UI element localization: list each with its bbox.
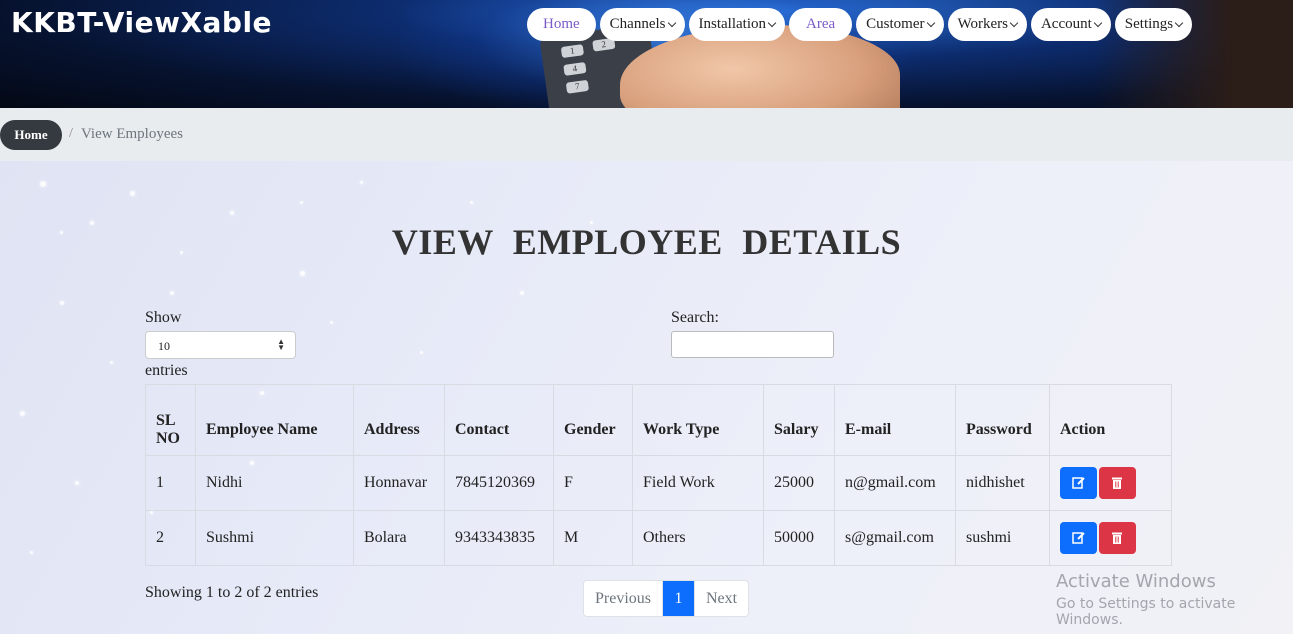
updown-icon: ▲ ▼: [277, 337, 285, 352]
nav-item-workers[interactable]: Workers: [947, 8, 1027, 41]
chevron-down-icon: [667, 18, 676, 27]
breadcrumb-current: View Employees: [81, 126, 183, 142]
breadcrumb-separator: /: [69, 126, 73, 141]
edit-icon: [1072, 477, 1085, 489]
chevron-down-icon: [1174, 18, 1184, 27]
delete-button[interactable]: [1099, 467, 1136, 499]
edit-icon: [1072, 532, 1085, 544]
trash-icon: [1112, 477, 1122, 489]
edit-button[interactable]: [1060, 522, 1097, 554]
main-nav: Home Channels Installation Area Customer Work…: [527, 8, 1196, 41]
cell-address: Honnavar: [353, 455, 445, 511]
cell-action: [1049, 455, 1172, 511]
chevron-down-icon: [926, 18, 935, 27]
nav-item-customer[interactable]: Customer: [856, 8, 944, 41]
windows-activation-watermark: Activate Windows Go to Settings to activ…: [1056, 571, 1293, 628]
cell-gender: F: [553, 455, 633, 511]
cell-email: s@gmail.com: [834, 510, 956, 566]
cell-sl: 1: [145, 455, 196, 511]
nav-item-label: Settings: [1124, 16, 1174, 32]
col-header-salary[interactable]: Salary: [763, 384, 835, 456]
cell-password: sushmi: [955, 510, 1050, 566]
trash-icon: [1112, 532, 1122, 544]
col-header-address[interactable]: Address: [353, 384, 445, 456]
table-row: 1 Nidhi Honnavar 7845120369 F Field Work 25000…: [145, 455, 1172, 511]
page-title: VIEW EMPLOYEE DETAILS: [391, 222, 902, 262]
entries-label: entries: [145, 362, 188, 379]
nav-item-home[interactable]: Home: [527, 8, 596, 41]
edit-button[interactable]: [1060, 467, 1097, 499]
header-banner: 1 2 4 7 KKBT-ViewXable Home Channels Insta…: [0, 0, 1293, 108]
search-input[interactable]: [671, 331, 834, 358]
cell-salary: 50000: [763, 510, 835, 566]
employee-table: SL NO Employee Name Address Contact Gend…: [145, 384, 1172, 566]
nav-item-account[interactable]: Account: [1030, 8, 1111, 41]
cell-email: n@gmail.com: [834, 455, 956, 511]
nav-item-label: Account: [1040, 16, 1092, 32]
col-header-name[interactable]: Employee Name: [195, 384, 354, 456]
col-header-gender[interactable]: Gender: [553, 384, 633, 456]
search-label: Search:: [671, 309, 719, 326]
next-page-button[interactable]: Next: [694, 581, 748, 616]
previous-page-button[interactable]: Previous: [584, 581, 663, 616]
remote-key: 4: [563, 61, 587, 76]
col-header-worktype[interactable]: Work Type: [632, 384, 764, 456]
table-info: Showing 1 to 2 of 2 entries: [145, 584, 319, 601]
cell-sl: 2: [145, 510, 196, 566]
watermark-title: Activate Windows: [1056, 571, 1216, 592]
nav-item-label: Home: [543, 16, 580, 32]
nav-item-label: Channels: [609, 16, 666, 32]
table-row: 2 Sushmi Bolara 9343343835 M Others 50000 s@gma…: [145, 510, 1172, 566]
cell-salary: 25000: [763, 455, 835, 511]
table-header-row: SL NO Employee Name Address Contact Gend…: [145, 384, 1172, 456]
entries-select[interactable]: 10 ▲ ▼: [145, 331, 296, 359]
nav-item-settings[interactable]: Settings: [1114, 8, 1193, 41]
remote-key: 1: [560, 44, 585, 59]
cell-password: nidhishet: [955, 455, 1050, 511]
cell-work-type: Field Work: [632, 455, 764, 511]
watermark-subtitle: Go to Settings to activate Windows.: [1056, 596, 1236, 628]
col-header-sl[interactable]: SL NO: [145, 384, 196, 456]
breadcrumb: Home / View Employees: [0, 108, 1293, 161]
site-brand[interactable]: KKBT-ViewXable: [11, 6, 272, 39]
nav-item-label: Area: [806, 16, 836, 32]
cell-contact: 7845120369: [444, 455, 554, 511]
page-1-button[interactable]: 1: [663, 581, 694, 616]
main-content: VIEW EMPLOYEE DETAILS Show 10 ▲ ▼ entries…: [0, 161, 1293, 634]
cell-work-type: Others: [632, 510, 764, 566]
cell-action: [1049, 510, 1172, 566]
cell-name: Sushmi: [195, 510, 354, 566]
nav-item-installation[interactable]: Installation: [688, 8, 785, 41]
col-header-password[interactable]: Password: [955, 384, 1050, 456]
nav-item-label: Customer: [866, 16, 925, 32]
breadcrumb-home[interactable]: Home: [0, 120, 62, 150]
cell-contact: 9343343835: [444, 510, 554, 566]
nav-item-channels[interactable]: Channels: [599, 8, 685, 41]
cell-address: Bolara: [353, 510, 445, 566]
col-header-action: Action: [1049, 384, 1172, 456]
nav-item-label: Workers: [957, 16, 1008, 32]
entries-select-value: 10: [158, 339, 170, 353]
col-header-contact[interactable]: Contact: [444, 384, 554, 456]
pagination: Previous 1 Next: [583, 580, 750, 617]
nav-item-area[interactable]: Area: [789, 8, 853, 41]
chevron-down-icon: [1093, 18, 1103, 27]
nav-item-label: Installation: [698, 16, 767, 32]
chevron-down-icon: [1009, 18, 1019, 27]
col-header-email[interactable]: E-mail: [834, 384, 956, 456]
cell-name: Nidhi: [195, 455, 354, 511]
remote-key: 7: [565, 79, 590, 94]
chevron-down-icon: [767, 18, 777, 27]
delete-button[interactable]: [1099, 522, 1136, 554]
show-label: Show: [145, 309, 182, 326]
col-header-sl-label: SL NO: [156, 412, 180, 447]
cell-gender: M: [553, 510, 633, 566]
